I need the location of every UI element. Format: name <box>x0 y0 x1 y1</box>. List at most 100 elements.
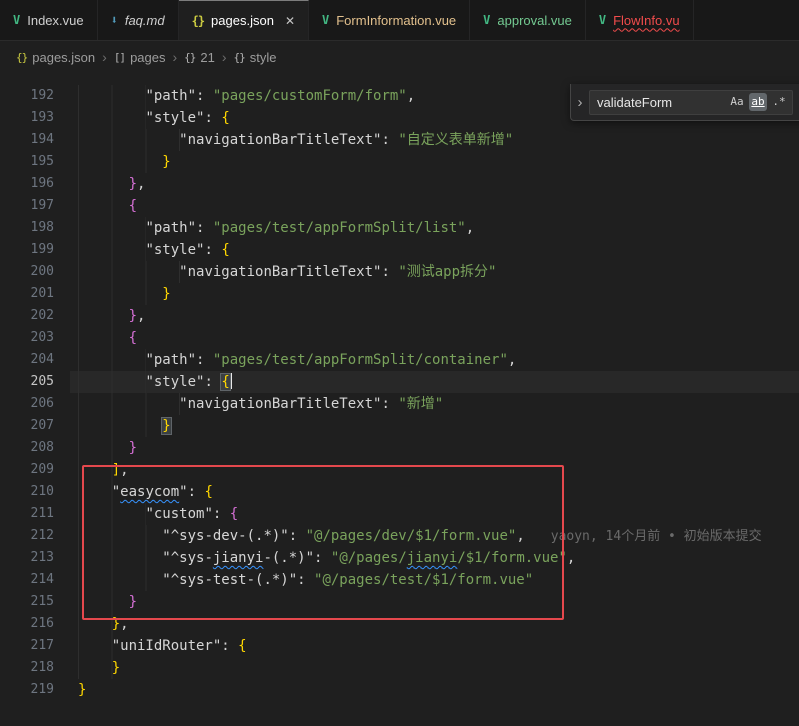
line-number: 217 <box>0 635 70 657</box>
code-text: "uniIdRouter": { <box>70 635 799 657</box>
code-text: "custom": { <box>70 503 799 525</box>
code-line-199[interactable]: 199 "style": { <box>0 239 799 261</box>
line-number: 218 <box>0 657 70 679</box>
tab-label: pages.json <box>211 13 274 28</box>
code-line-206[interactable]: 206 "navigationBarTitleText": "新增" <box>0 393 799 415</box>
code-line-214[interactable]: 214 "^sys-test-(.*)": "@/pages/test/$1/f… <box>0 569 799 591</box>
tab-flowinfo-vu[interactable]: V FlowInfo.vu <box>586 0 694 40</box>
line-number: 211 <box>0 503 70 525</box>
line-number: 197 <box>0 195 70 217</box>
code-line-197[interactable]: 197 { <box>0 195 799 217</box>
tab-label: FlowInfo.vu <box>613 13 679 28</box>
vue-file-icon: V <box>13 13 20 27</box>
code-line-207[interactable]: 207 } <box>0 415 799 437</box>
close-icon[interactable]: ✕ <box>285 14 295 28</box>
line-number: 203 <box>0 327 70 349</box>
code-line-194[interactable]: 194 "navigationBarTitleText": "自定义表单新增" <box>0 129 799 151</box>
line-number: 213 <box>0 547 70 569</box>
tab-bar: VIndex.vue⬇faq.md{}pages.json✕VFormInfor… <box>0 0 799 41</box>
line-number: 193 <box>0 107 70 129</box>
match-case-icon[interactable]: Aa <box>728 93 746 111</box>
code-text: "^sys-jianyi-(.*)": "@/pages/jianyi/$1/f… <box>70 547 799 569</box>
vue-file-icon: V <box>599 13 606 27</box>
code-line-209[interactable]: 209 ], <box>0 459 799 481</box>
code-text: "style": { <box>70 239 799 261</box>
code-line-208[interactable]: 208 } <box>0 437 799 459</box>
line-number: 204 <box>0 349 70 371</box>
code-text: { <box>70 327 799 349</box>
code-text: "^sys-test-(.*)": "@/pages/test/$1/form.… <box>70 569 799 591</box>
breadcrumb-item-pages-json[interactable]: {}pages.json <box>16 50 95 65</box>
code-text: "path": "pages/test/appFormSplit/list", <box>70 217 799 239</box>
regex-icon[interactable]: .* <box>770 93 788 111</box>
code-line-218[interactable]: 218 } <box>0 657 799 679</box>
breadcrumb-item-21[interactable]: {} 21 <box>184 50 215 65</box>
line-number: 215 <box>0 591 70 613</box>
code-line-215[interactable]: 215 } <box>0 591 799 613</box>
code-text: "style": { <box>70 371 799 393</box>
line-number: 212 <box>0 525 70 547</box>
code-line-211[interactable]: 211 "custom": { <box>0 503 799 525</box>
markdown-file-icon: ⬇ <box>111 13 118 27</box>
code-line-196[interactable]: 196 }, <box>0 173 799 195</box>
line-number: 195 <box>0 151 70 173</box>
breadcrumb-label: pages <box>130 50 165 65</box>
line-number: 194 <box>0 129 70 151</box>
code-line-198[interactable]: 198 "path": "pages/test/appFormSplit/lis… <box>0 217 799 239</box>
breadcrumb-label: 21 <box>200 50 214 65</box>
code-text: ], <box>70 459 799 481</box>
tab-faq-md[interactable]: ⬇faq.md <box>98 0 179 40</box>
breadcrumb-label: style <box>250 50 277 65</box>
code-text: { <box>70 195 799 217</box>
whole-word-icon[interactable]: ab <box>749 93 767 111</box>
line-number: 201 <box>0 283 70 305</box>
line-number: 202 <box>0 305 70 327</box>
code-line-200[interactable]: 200 "navigationBarTitleText": "测试app拆分" <box>0 261 799 283</box>
code-line-217[interactable]: 217 "uniIdRouter": { <box>0 635 799 657</box>
breadcrumb-separator: › <box>222 49 227 65</box>
code-text: } <box>70 283 799 305</box>
code-line-195[interactable]: 195 } <box>0 151 799 173</box>
code-line-202[interactable]: 202 }, <box>0 305 799 327</box>
code-text: "navigationBarTitleText": "自定义表单新增" <box>70 129 799 151</box>
code-line-201[interactable]: 201 } <box>0 283 799 305</box>
code-text: "path": "pages/test/appFormSplit/contain… <box>70 349 799 371</box>
tab-approval-vue[interactable]: Vapproval.vue <box>470 0 586 40</box>
code-line-204[interactable]: 204 "path": "pages/test/appFormSplit/con… <box>0 349 799 371</box>
code-text: } <box>70 151 799 173</box>
line-number: 208 <box>0 437 70 459</box>
code-text: }, <box>70 613 799 635</box>
editor-pane[interactable]: 192 "path": "pages/customForm/form",193 … <box>0 73 799 701</box>
line-number: 207 <box>0 415 70 437</box>
breadcrumb-label: pages.json <box>32 50 95 65</box>
code-line-205[interactable]: 205 "style": { <box>0 371 799 393</box>
symbol-object-icon: {} <box>184 51 195 64</box>
find-input[interactable]: validateForm Aa ab .* <box>589 90 793 115</box>
tab-pages-json[interactable]: {}pages.json✕ <box>179 0 309 40</box>
line-number: 196 <box>0 173 70 195</box>
git-blame-annotation: yaoyn, 14个月前 • 初始版本提交 <box>551 529 762 544</box>
find-expand-toggle-icon[interactable]: › <box>571 94 589 111</box>
code-text: }, <box>70 305 799 327</box>
code-line-210[interactable]: 210 "easycom": { <box>0 481 799 503</box>
tab-forminformation-vue[interactable]: VFormInformation.vue <box>309 0 470 40</box>
code-text: } <box>70 591 799 613</box>
code-line-216[interactable]: 216 }, <box>0 613 799 635</box>
symbol-array-icon: [] <box>114 51 125 64</box>
code-line-203[interactable]: 203 { <box>0 327 799 349</box>
breadcrumb-item-style[interactable]: {}style <box>234 50 277 65</box>
code-text: }, <box>70 173 799 195</box>
code-line-213[interactable]: 213 "^sys-jianyi-(.*)": "@/pages/jianyi/… <box>0 547 799 569</box>
line-number: 214 <box>0 569 70 591</box>
line-number: 210 <box>0 481 70 503</box>
code-text: "navigationBarTitleText": "测试app拆分" <box>70 261 799 283</box>
find-input-value: validateForm <box>597 95 728 110</box>
tab-label: Index.vue <box>27 13 83 28</box>
line-number: 219 <box>0 679 70 701</box>
code-line-219[interactable]: 219} <box>0 679 799 701</box>
breadcrumb-item-pages[interactable]: [] pages <box>114 50 166 65</box>
tab-index-vue[interactable]: V Index.vue <box>0 0 98 40</box>
editor-window: VIndex.vue⬇faq.md{}pages.json✕VFormInfor… <box>0 0 799 726</box>
code-line-212[interactable]: 212 "^sys-dev-(.*)": "@/pages/dev/$1/for… <box>0 525 799 547</box>
code-text: } <box>70 657 799 679</box>
